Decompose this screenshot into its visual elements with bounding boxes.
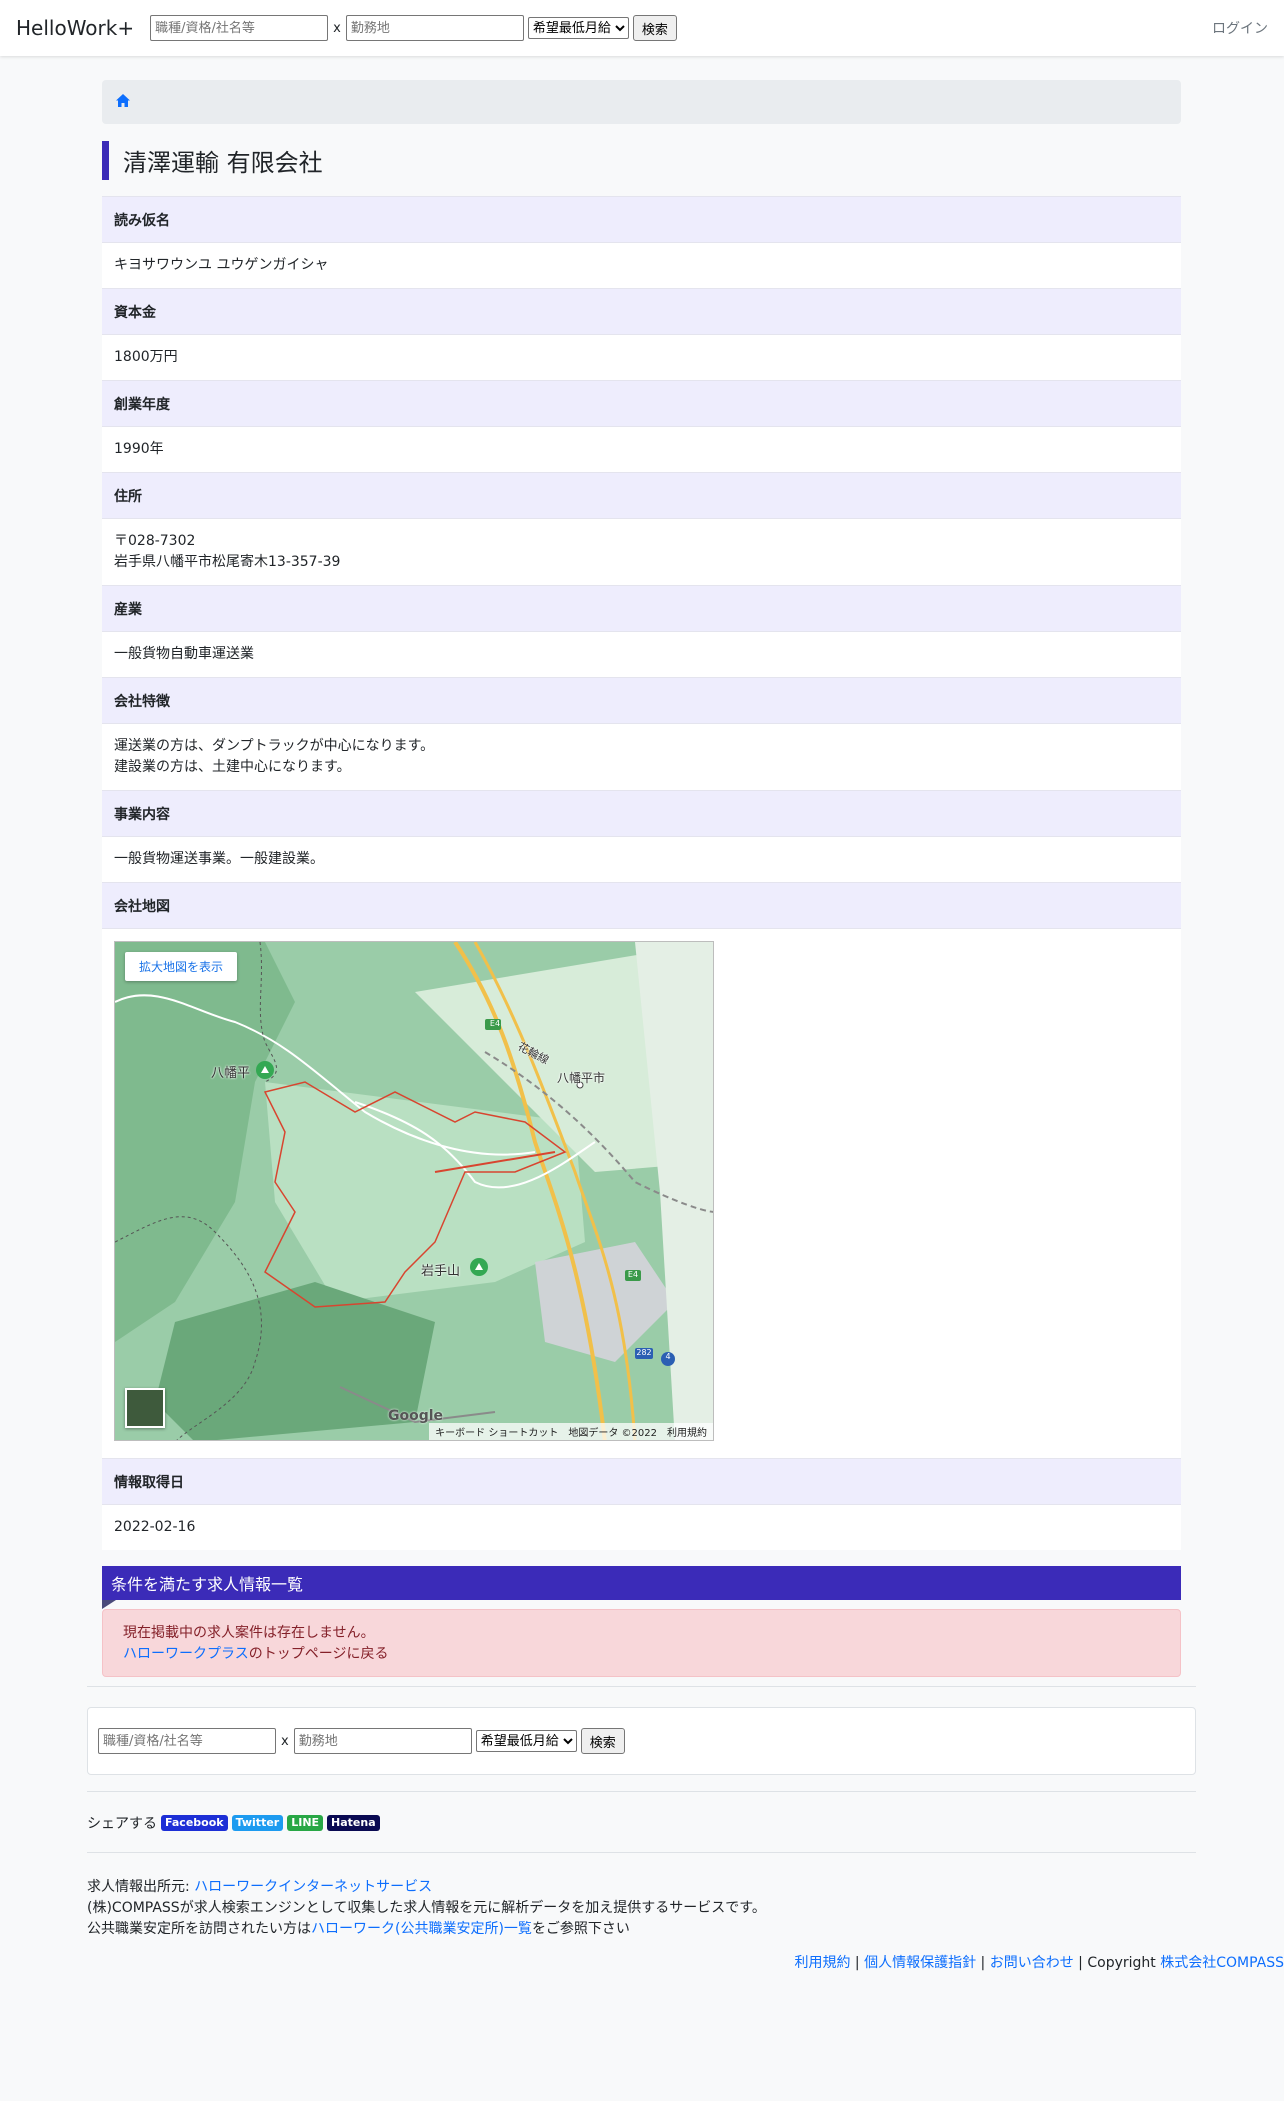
- visit-suffix: をご参照下さい: [531, 1921, 630, 1937]
- divider-1: |: [850, 1955, 865, 1971]
- footer-separator-x: x: [281, 1733, 289, 1749]
- job-keyword-input[interactable]: [150, 15, 329, 41]
- keyboard-shortcuts-link[interactable]: キーボード ショートカット: [435, 1424, 558, 1439]
- brand-logo[interactable]: HelloWork+: [16, 16, 134, 40]
- footer-search-form: x 希望最低月給 検索: [98, 1728, 625, 1754]
- field-label-kana: 読み仮名: [102, 196, 1181, 243]
- no-jobs-message: 現在掲載中の求人案件は存在しません。: [123, 1625, 375, 1642]
- road-marker-e4: E4: [489, 1019, 501, 1029]
- field-value-capital: 1800万円: [102, 334, 1181, 381]
- terms-link[interactable]: 利用規約: [794, 1955, 850, 1971]
- features-line-1: 運送業の方は、ダンプトラックが中心になります。: [114, 738, 435, 755]
- map-label-city: 八幡平市: [557, 1071, 606, 1086]
- login-link[interactable]: ログイン: [1212, 18, 1268, 38]
- google-logo: Google: [388, 1408, 444, 1425]
- copyright-prefix: Copyright: [1087, 1955, 1161, 1971]
- footer: x 希望最低月給 検索 シェアする Facebook Twitter LINE …: [87, 1686, 1196, 1940]
- footer-search-button[interactable]: 検索: [580, 1728, 625, 1754]
- map-terrain: [115, 942, 713, 1441]
- home-icon[interactable]: [116, 93, 130, 111]
- visit-prefix: 公共職業安定所を訪問されたい方は: [87, 1921, 311, 1937]
- hellowork-plus-link[interactable]: ハローワークプラス: [123, 1646, 249, 1662]
- footer-divider: [87, 1686, 1196, 1687]
- back-to-top-line: ハローワークプラスのトップページに戻る: [123, 1644, 1160, 1665]
- features-line-2: 建設業の方は、土建中心になります。: [114, 759, 351, 776]
- field-value-business: 一般貨物運送事業。一般建設業。: [102, 836, 1181, 883]
- compass-link[interactable]: 株式会社COMPASS: [1160, 1955, 1284, 1971]
- about-text: 求人情報出所元: ハローワークインターネットサービス (株)COMPASSが求人…: [87, 1877, 1196, 1940]
- enlarge-map-button[interactable]: 拡大地図を表示: [125, 952, 238, 982]
- map-container: 拡大地図を表示 八幡平 八幡平市 岩手山 花輪線 E4 E4 282 4 Goo…: [102, 928, 1181, 1459]
- map-label-hachimantai: 八幡平: [211, 1066, 251, 1082]
- hellowork-internet-link[interactable]: ハローワークインターネットサービス: [194, 1879, 432, 1895]
- search-button[interactable]: 検索: [632, 15, 677, 41]
- separator-x: x: [333, 20, 341, 36]
- company-map[interactable]: 拡大地図を表示 八幡平 八幡平市 岩手山 花輪線 E4 E4 282 4 Goo…: [114, 941, 714, 1442]
- share-twitter-button[interactable]: Twitter: [231, 1815, 284, 1831]
- field-label-retrieved: 情報取得日: [102, 1458, 1181, 1505]
- field-label-capital: 資本金: [102, 288, 1181, 335]
- contact-link[interactable]: お問い合わせ: [990, 1955, 1074, 1971]
- field-label-features: 会社特徴: [102, 677, 1181, 724]
- location-input[interactable]: [345, 15, 524, 41]
- footer-location-input[interactable]: [293, 1728, 472, 1754]
- company-details: 読み仮名 キヨサワウンユ ユウゲンガイシャ 資本金 1800万円 創業年度 19…: [102, 196, 1181, 1551]
- footer-job-keyword-input[interactable]: [98, 1728, 276, 1754]
- field-value-retrieved: 2022-02-16: [102, 1504, 1181, 1551]
- breadcrumb: [102, 80, 1181, 124]
- privacy-link[interactable]: 個人情報保護指針: [864, 1955, 976, 1971]
- footer-divider-2: [87, 1791, 1196, 1792]
- share-facebook-button[interactable]: Facebook: [161, 1815, 228, 1831]
- no-jobs-alert: 現在掲載中の求人案件は存在しません。 ハローワークプラスのトップページに戻る: [102, 1609, 1181, 1678]
- visit-line: 公共職業安定所を訪問されたい方はハローワーク(公共職業安定所)一覧をご参照下さい: [87, 1919, 1196, 1940]
- main-content: 清澤運輸 有限会社 読み仮名 キヨサワウンユ ユウゲンガイシャ 資本金 1800…: [102, 80, 1181, 1678]
- field-value-industry: 一般貨物自動車運送業: [102, 631, 1181, 678]
- footer-divider-3: [87, 1852, 1196, 1853]
- field-label-founded: 創業年度: [102, 380, 1181, 427]
- header-search-form: x 希望最低月給 検索: [150, 15, 677, 41]
- road-marker-e4-south: E4: [627, 1270, 639, 1280]
- satellite-toggle[interactable]: [125, 1388, 165, 1429]
- footer-search-box: x 希望最低月給 検索: [87, 1707, 1196, 1775]
- address-postal: 〒028-7302: [114, 533, 196, 550]
- navbar: HelloWork+ x 希望最低月給 検索 ログイン: [0, 0, 1284, 56]
- field-label-map: 会社地図: [102, 882, 1181, 929]
- road-marker-282: 282: [636, 1348, 652, 1358]
- divider-3: |: [1073, 1955, 1088, 1971]
- footer-salary-select[interactable]: 希望最低月給: [475, 1730, 577, 1752]
- field-label-business: 事業内容: [102, 790, 1181, 837]
- map-label-iwate: 岩手山: [421, 1264, 461, 1280]
- field-label-industry: 産業: [102, 585, 1181, 632]
- page-title: 清澤運輸 有限会社: [102, 141, 1181, 180]
- hellowork-offices-link[interactable]: ハローワーク(公共職業安定所)一覧: [311, 1921, 532, 1937]
- field-value-founded: 1990年: [102, 426, 1181, 473]
- field-label-address: 住所: [102, 472, 1181, 519]
- share-hatena-button[interactable]: Hatena: [327, 1815, 380, 1831]
- footer-links: 利用規約 | 個人情報保護指針 | お問い合わせ | Copyright 株式会…: [794, 1952, 1284, 1972]
- salary-select[interactable]: 希望最低月給: [527, 17, 629, 39]
- field-value-address: 〒028-7302 岩手県八幡平市松尾寄木13-357-39: [102, 518, 1181, 586]
- share-row: シェアする Facebook Twitter LINE Hatena: [87, 1808, 1196, 1838]
- map-attribution: キーボード ショートカット 地図データ ©2022 利用規約: [429, 1423, 713, 1441]
- road-marker-4: 4: [665, 1352, 671, 1362]
- source-line: 求人情報出所元: ハローワークインターネットサービス: [87, 1877, 1196, 1898]
- jobs-section-heading: 条件を満たす求人情報一覧: [102, 1566, 1181, 1610]
- about-line: (株)COMPASSが求人検索エンジンとして収集した求人情報を元に解析データを加…: [87, 1900, 766, 1916]
- back-to-top-suffix: のトップページに戻る: [248, 1646, 389, 1663]
- map-data-text: 地図データ ©2022: [568, 1428, 657, 1440]
- share-line-button[interactable]: LINE: [287, 1815, 324, 1831]
- share-label: シェアする: [87, 1816, 157, 1832]
- field-value-kana: キヨサワウンユ ユウゲンガイシャ: [102, 242, 1181, 289]
- source-prefix: 求人情報出所元:: [87, 1879, 195, 1895]
- map-terms-link[interactable]: 利用規約: [667, 1424, 707, 1439]
- address-line: 岩手県八幡平市松尾寄木13-357-39: [114, 554, 341, 571]
- divider-2: |: [976, 1955, 990, 1971]
- field-value-features: 運送業の方は、ダンプトラックが中心になります。 建設業の方は、土建中心になります…: [102, 723, 1181, 791]
